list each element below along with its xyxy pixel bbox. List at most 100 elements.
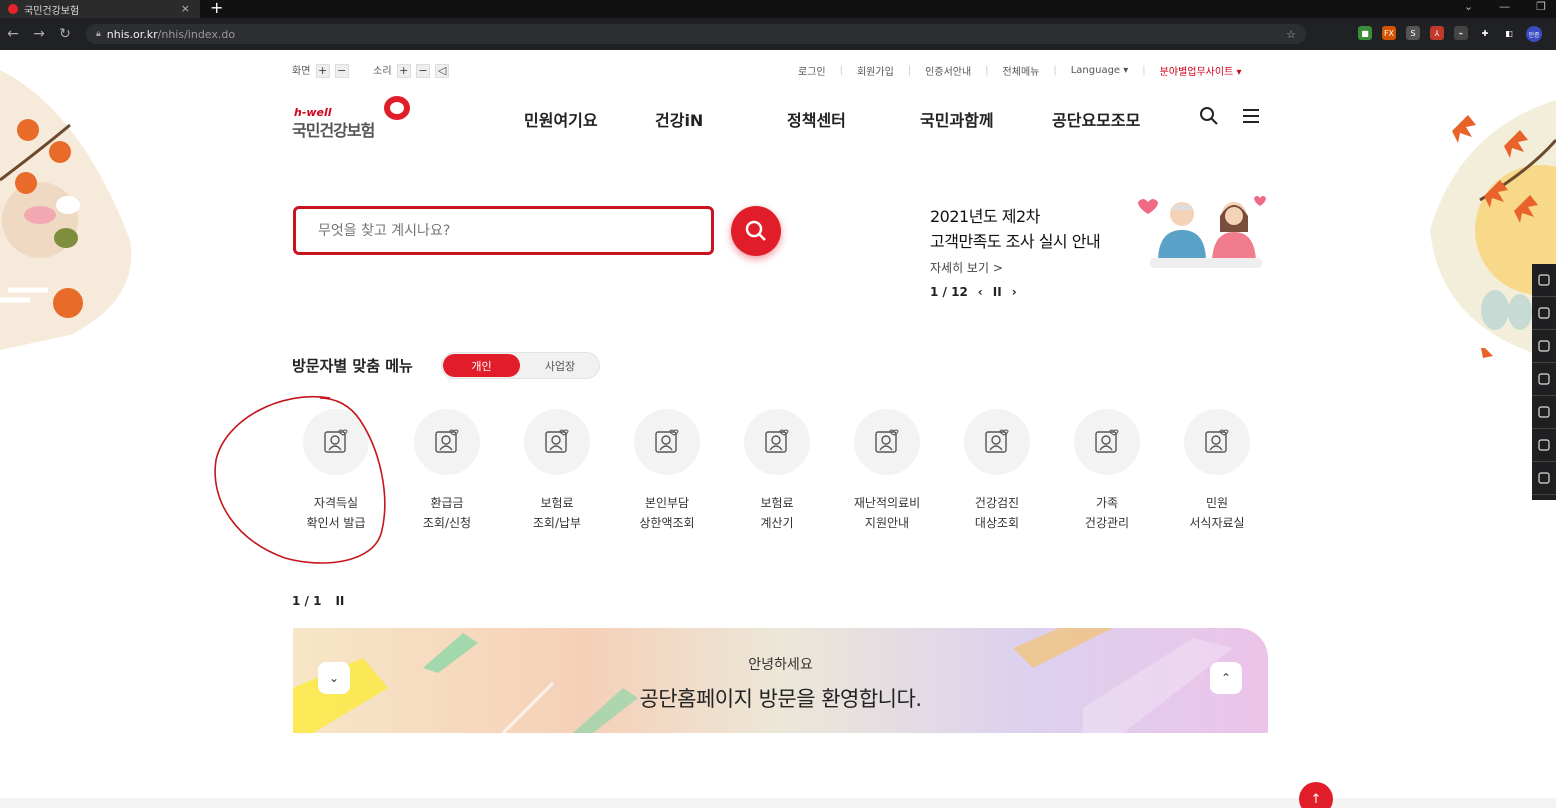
- accessibility-controls: 화면 + − 소리 + − ◁: [292, 62, 450, 78]
- gnb-civil-service[interactable]: 민원여기요: [524, 107, 598, 131]
- green-ext-icon[interactable]: ■: [1358, 26, 1372, 40]
- new-tab-button[interactable]: +: [210, 0, 223, 17]
- quick-menu-item[interactable]: 환급금 조회/신청: [397, 409, 497, 533]
- quick-menu-pager: 1 / 1 II: [292, 594, 344, 608]
- maximize-button[interactable]: ❐: [1536, 0, 1546, 13]
- sidebar-chat-icon[interactable]: [1532, 462, 1556, 495]
- browser-tab[interactable]: 국민건강보험 ×: [0, 0, 200, 18]
- header-search-icon[interactable]: [1199, 106, 1219, 126]
- quick-menu-icon-circle: [964, 409, 1030, 475]
- payment-icon: [545, 429, 569, 453]
- gnb-health-in[interactable]: 건강iN: [655, 107, 703, 131]
- main-search-box: [293, 206, 714, 255]
- quick-menu-label: 보험료 계산기: [760, 496, 794, 530]
- tab-business[interactable]: 사업장: [522, 354, 598, 377]
- profile-avatar[interactable]: 인증: [1526, 26, 1542, 42]
- login-link[interactable]: 로그인: [798, 63, 826, 78]
- document-icon: [1538, 274, 1550, 286]
- gnb-about-corporation[interactable]: 공단요모조모: [1052, 107, 1140, 131]
- screen-zoom-out-button[interactable]: −: [334, 64, 349, 78]
- window-controls: ⌄ — ❐: [1464, 0, 1546, 13]
- quick-menu-icon-circle: [1184, 409, 1250, 475]
- minimize-button[interactable]: —: [1499, 0, 1510, 13]
- pdf-ext-icon[interactable]: ⅄: [1430, 26, 1444, 40]
- copy-icon: [1538, 439, 1550, 451]
- puzzle-ext-icon[interactable]: ✚: [1478, 26, 1492, 40]
- sidepanel-icon[interactable]: ◧: [1502, 26, 1516, 40]
- quick-menu-item[interactable]: 본인부담 상한액조회: [617, 409, 717, 533]
- quick-menu-pause-icon[interactable]: II: [335, 594, 344, 608]
- fx-ext-icon[interactable]: FX: [1382, 26, 1396, 40]
- banner-expand-button[interactable]: ⌄: [318, 662, 350, 694]
- tab-personal[interactable]: 개인: [443, 354, 520, 377]
- chevron-down-icon: ⌄: [328, 671, 340, 685]
- quick-menu-item[interactable]: 가족 건강관리: [1057, 409, 1157, 533]
- reload-icon[interactable]: ↻: [52, 26, 78, 42]
- screen-zoom-in-button[interactable]: +: [315, 64, 330, 78]
- logo-mark-icon: [384, 96, 410, 120]
- bookmark-star-icon[interactable]: ☆: [1286, 28, 1296, 41]
- sound-up-button[interactable]: +: [396, 64, 411, 78]
- quick-menu-icon-circle: [744, 409, 810, 475]
- quick-menu-icon-circle: [1074, 409, 1140, 475]
- signup-link[interactable]: 회원가입: [857, 63, 894, 78]
- quick-menu-item[interactable]: 보험료 조회/납부: [507, 409, 607, 533]
- screen-zoom-label: 화면: [292, 66, 311, 77]
- sidebar-monitor-icon[interactable]: [1532, 297, 1556, 330]
- main-search-input[interactable]: [318, 222, 678, 239]
- site-logo[interactable]: 국민건강보험: [292, 117, 375, 141]
- s-ext-icon[interactable]: S: [1406, 26, 1420, 40]
- eye-ext-icon[interactable]: ⌁: [1454, 26, 1468, 40]
- quick-menu-label: 환급금 조회/신청: [422, 496, 472, 530]
- speaker-icon[interactable]: ◁: [435, 64, 450, 78]
- notice-prev-icon[interactable]: ‹: [978, 285, 983, 299]
- arrow-up-icon: ↑: [1310, 791, 1322, 807]
- forward-icon[interactable]: →: [26, 26, 52, 42]
- main-search-button[interactable]: [731, 206, 781, 256]
- banner-decoration: [293, 628, 1233, 733]
- quick-menu-label: 본인부담 상한액조회: [639, 496, 695, 530]
- headset-icon: [1538, 340, 1550, 352]
- quick-menu-item[interactable]: 보험료 계산기: [727, 409, 827, 533]
- language-dropdown[interactable]: Language ▾: [1071, 65, 1129, 76]
- hamburger-menu-icon[interactable]: [1242, 108, 1260, 124]
- quick-menu-icon-circle: [414, 409, 480, 475]
- all-menu-link[interactable]: 전체메뉴: [1003, 63, 1040, 78]
- sidebar-list-icon[interactable]: [1532, 396, 1556, 429]
- quick-menu-label: 가족 건강관리: [1084, 496, 1130, 530]
- notice-title[interactable]: 2021년도 제2차 고객만족도 조사 실시 안내: [930, 204, 1101, 254]
- gnb-with-citizens[interactable]: 국민과함께: [920, 107, 994, 131]
- certificate-guide-link[interactable]: 인증서안내: [925, 63, 971, 78]
- sidebar-document-icon[interactable]: [1532, 264, 1556, 297]
- sound-down-button[interactable]: −: [415, 64, 430, 78]
- notice-more-link[interactable]: 자세히 보기 >: [930, 259, 1003, 276]
- sidebar-copy-icon[interactable]: [1532, 429, 1556, 462]
- refund-monitor-icon: [435, 429, 459, 453]
- visitor-menu-title: 방문자별 맞춤 메뉴: [292, 357, 413, 375]
- family-icon: [1095, 429, 1119, 453]
- top-links: 로그인 | 회원가입 | 인증서안내 | 전체메뉴 | Language ▾ |…: [798, 63, 1242, 78]
- sidebar-lock-icon[interactable]: [1532, 363, 1556, 396]
- notice-next-icon[interactable]: ›: [1012, 285, 1017, 299]
- scroll-top-button[interactable]: ↑: [1299, 782, 1333, 808]
- affiliate-sites-dropdown[interactable]: 분야별업무사이트 ▾: [1160, 63, 1242, 78]
- sidebar-headset-icon[interactable]: [1532, 330, 1556, 363]
- quick-menu-label: 민원 서식자료실: [1189, 496, 1245, 530]
- right-quick-sidebar: [1532, 264, 1556, 500]
- chevron-up-icon: ⌃: [1220, 671, 1232, 685]
- quick-menu-item[interactable]: 민원 서식자료실: [1167, 409, 1267, 533]
- notice-pause-icon[interactable]: II: [993, 285, 1002, 299]
- checkup-icon: [985, 429, 1009, 453]
- gnb-policy-center[interactable]: 정책센터: [787, 107, 846, 131]
- quick-menu-item[interactable]: 건강검진 대상조회: [947, 409, 1047, 533]
- address-bar[interactable]: 🔒︎ nhis.or.kr/nhis/index.do ☆: [86, 24, 1306, 44]
- back-icon[interactable]: ←: [0, 26, 26, 42]
- quick-menu-item[interactable]: 재난적의료비 지원안내: [837, 409, 937, 533]
- tab-search-icon[interactable]: ⌄: [1464, 0, 1473, 13]
- chat-icon: [1538, 472, 1550, 484]
- quick-menu-icon-circle: [524, 409, 590, 475]
- tab-close-icon[interactable]: ×: [181, 2, 190, 15]
- notice-pager: 1 / 12 ‹ II ›: [930, 285, 1017, 299]
- quick-menu-label: 보험료 조회/납부: [532, 496, 582, 530]
- banner-collapse-button[interactable]: ⌃: [1210, 662, 1242, 694]
